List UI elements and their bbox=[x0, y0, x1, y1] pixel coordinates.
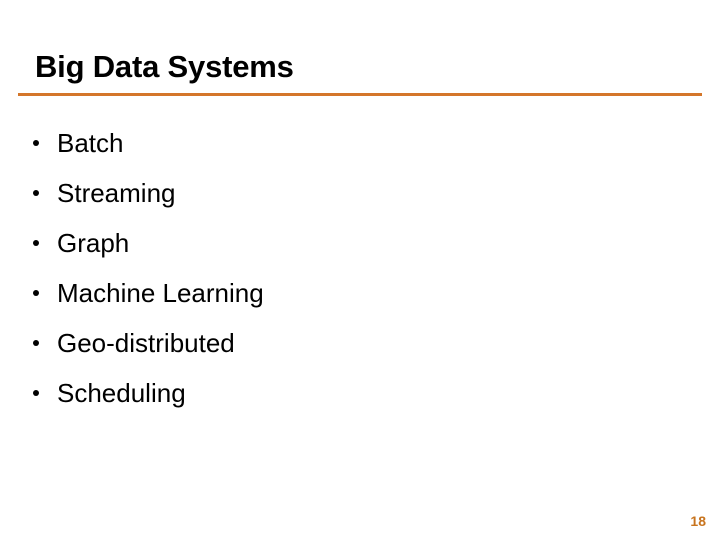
list-item: Machine Learning bbox=[33, 268, 673, 318]
page-number: 18 bbox=[690, 513, 706, 529]
list-item: Streaming bbox=[33, 168, 673, 218]
list-item-label: Graph bbox=[57, 228, 130, 258]
list-item: Scheduling bbox=[33, 368, 673, 418]
bullet-dot-icon bbox=[33, 140, 39, 146]
list-item: Batch bbox=[33, 118, 673, 168]
bullet-dot-icon bbox=[33, 240, 39, 246]
list-item-label: Batch bbox=[57, 128, 124, 158]
list-item: Geo-distributed bbox=[33, 318, 673, 368]
bullet-dot-icon bbox=[33, 390, 39, 396]
list-item-label: Machine Learning bbox=[57, 278, 264, 308]
bullet-list: Batch Streaming Graph Machine Learning G… bbox=[33, 118, 673, 418]
bullet-dot-icon bbox=[33, 190, 39, 196]
list-item-label: Scheduling bbox=[57, 378, 186, 408]
page-title: Big Data Systems bbox=[35, 49, 294, 84]
bullet-dot-icon bbox=[33, 290, 39, 296]
title-divider bbox=[18, 93, 702, 96]
list-item-label: Streaming bbox=[57, 178, 176, 208]
slide-canvas: Big Data Systems Batch Streaming Graph M… bbox=[0, 0, 720, 540]
list-item: Graph bbox=[33, 218, 673, 268]
bullet-dot-icon bbox=[33, 340, 39, 346]
list-item-label: Geo-distributed bbox=[57, 328, 235, 358]
